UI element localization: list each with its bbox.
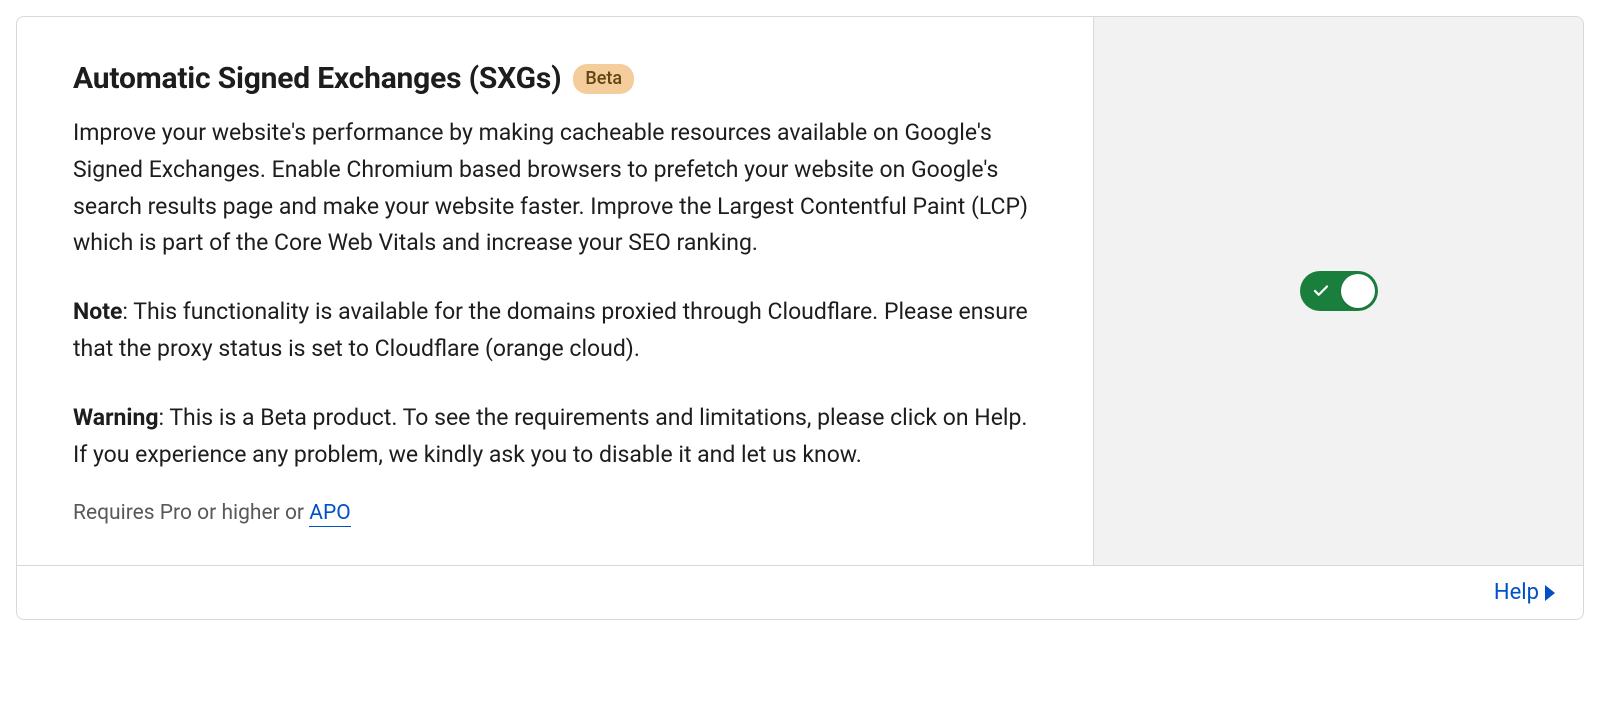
- feature-warning: Warning: This is a Beta product. To see …: [73, 400, 1037, 474]
- help-button[interactable]: Help: [1494, 580, 1555, 605]
- feature-title-row: Automatic Signed Exchanges (SXGs) Beta: [73, 61, 1037, 97]
- feature-note: Note: This functionality is available fo…: [73, 294, 1037, 368]
- beta-badge: Beta: [573, 64, 634, 94]
- toggle-knob: [1341, 274, 1375, 308]
- apo-link[interactable]: APO: [309, 501, 350, 527]
- help-label: Help: [1494, 580, 1539, 605]
- feature-footer: Help: [17, 565, 1583, 619]
- check-icon: [1312, 282, 1330, 300]
- warning-label: Warning: [73, 404, 159, 431]
- feature-main: Automatic Signed Exchanges (SXGs) Beta I…: [17, 17, 1093, 565]
- plan-prefix: Requires Pro or higher or: [73, 501, 309, 525]
- warning-text: : This is a Beta product. To see the req…: [73, 404, 1027, 468]
- note-label: Note: [73, 298, 122, 325]
- feature-title: Automatic Signed Exchanges (SXGs): [73, 61, 561, 97]
- feature-aside: [1093, 17, 1583, 565]
- caret-right-icon: [1545, 585, 1555, 601]
- feature-card: Automatic Signed Exchanges (SXGs) Beta I…: [16, 16, 1584, 620]
- feature-card-body: Automatic Signed Exchanges (SXGs) Beta I…: [17, 17, 1583, 565]
- plan-requirement: Requires Pro or higher or APO: [73, 501, 1037, 525]
- note-text: : This functionality is available for th…: [73, 298, 1028, 362]
- feature-description: Improve your website's performance by ma…: [73, 115, 1037, 262]
- feature-toggle[interactable]: [1300, 271, 1378, 311]
